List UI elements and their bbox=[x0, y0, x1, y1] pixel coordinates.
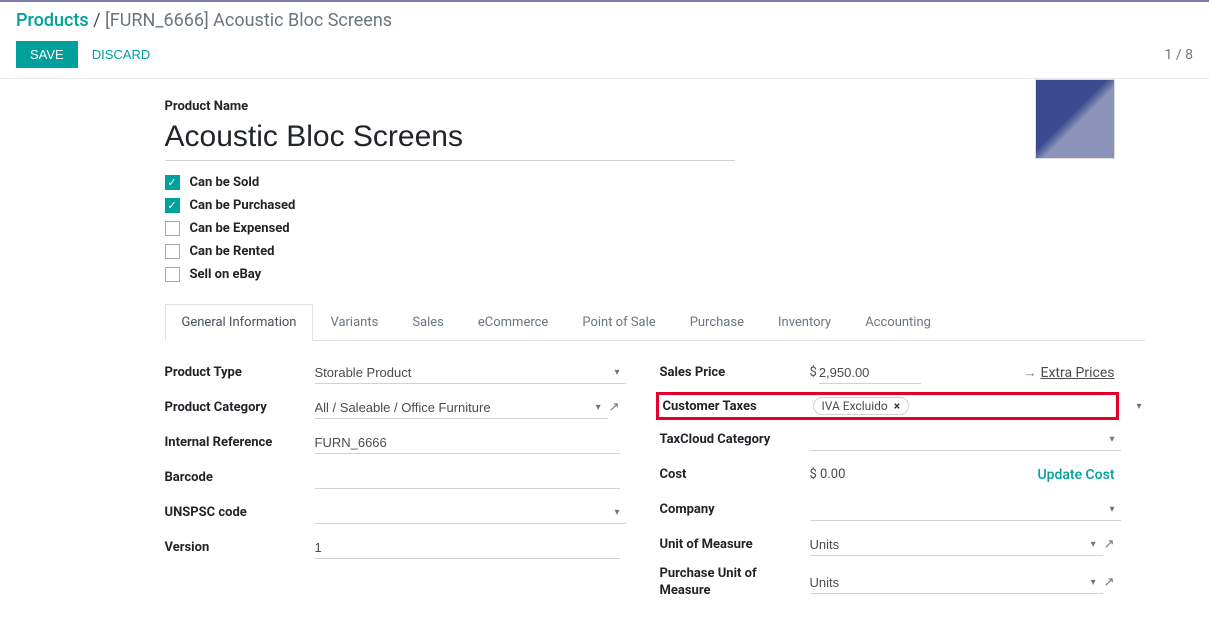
breadcrumb-separator: / bbox=[93, 10, 105, 31]
checkbox-label-ebay[interactable]: Sell on eBay bbox=[190, 267, 262, 282]
checkbox-list: ✓ Can be Sold ✓ Can be Purchased Can be … bbox=[165, 175, 1145, 282]
tab-general-information[interactable]: General Information bbox=[165, 304, 314, 341]
checkbox-sell-on-ebay[interactable] bbox=[165, 267, 180, 282]
label-version: Version bbox=[165, 540, 315, 555]
left-column: Product Type ▾ Product Category ▾ ↗ Inte… bbox=[165, 359, 620, 608]
right-column: Sales Price $ → Extra Prices Customer Ta… bbox=[660, 359, 1115, 608]
label-barcode: Barcode bbox=[165, 470, 315, 485]
input-version[interactable] bbox=[315, 537, 620, 559]
label-unspsc: UNSPSC code bbox=[165, 505, 315, 520]
tag-remove-icon[interactable]: × bbox=[894, 399, 900, 413]
checkbox-can-be-purchased[interactable]: ✓ bbox=[165, 198, 180, 213]
label-taxcloud-category: TaxCloud Category bbox=[660, 432, 810, 447]
product-image[interactable] bbox=[1035, 79, 1115, 159]
tab-sales[interactable]: Sales bbox=[395, 304, 461, 340]
external-link-icon[interactable]: ↗ bbox=[1104, 575, 1115, 590]
input-taxcloud-category[interactable] bbox=[810, 429, 1122, 451]
tab-ecommerce[interactable]: eCommerce bbox=[461, 304, 565, 340]
arrow-right-icon: → bbox=[1024, 365, 1037, 381]
tag-customer-tax[interactable]: IVA Excluido × bbox=[813, 397, 910, 415]
input-purchase-uom[interactable] bbox=[810, 572, 1103, 594]
checkbox-label-purchased[interactable]: Can be Purchased bbox=[190, 198, 296, 213]
form-sheet: Product Name ✓ Can be Sold ✓ Can be Purc… bbox=[65, 79, 1145, 628]
input-company[interactable] bbox=[810, 499, 1122, 521]
input-internal-reference[interactable] bbox=[315, 432, 620, 454]
input-product-type[interactable] bbox=[315, 362, 627, 384]
tab-point-of-sale[interactable]: Point of Sale bbox=[565, 304, 672, 340]
input-product-category[interactable] bbox=[315, 397, 608, 419]
product-name-input[interactable] bbox=[165, 118, 735, 161]
tab-bar: General Information Variants Sales eComm… bbox=[165, 304, 1145, 341]
toolbar: SAVE DISCARD 1 / 8 bbox=[0, 35, 1209, 79]
input-barcode[interactable] bbox=[315, 467, 620, 489]
checkbox-can-be-sold[interactable]: ✓ bbox=[165, 175, 180, 190]
input-unspsc[interactable] bbox=[315, 502, 627, 524]
checkbox-label-sold[interactable]: Can be Sold bbox=[190, 175, 260, 190]
checkbox-can-be-expensed[interactable] bbox=[165, 221, 180, 236]
external-link-icon[interactable]: ↗ bbox=[1104, 537, 1115, 552]
label-company: Company bbox=[660, 502, 810, 517]
tab-variants[interactable]: Variants bbox=[313, 304, 395, 340]
discard-button[interactable]: DISCARD bbox=[78, 41, 165, 68]
caret-icon: ▾ bbox=[1136, 401, 1141, 412]
label-customer-taxes: Customer Taxes bbox=[663, 399, 813, 414]
breadcrumb: Products / [FURN_6666] Acoustic Bloc Scr… bbox=[0, 2, 1209, 35]
input-uom[interactable] bbox=[810, 534, 1103, 556]
tab-accounting[interactable]: Accounting bbox=[848, 304, 948, 340]
checkbox-label-rented[interactable]: Can be Rented bbox=[190, 244, 275, 259]
checkbox-can-be-rented[interactable] bbox=[165, 244, 180, 259]
label-product-category: Product Category bbox=[165, 400, 315, 415]
external-link-icon[interactable]: ↗ bbox=[609, 400, 620, 415]
tab-inventory[interactable]: Inventory bbox=[761, 304, 848, 340]
label-uom: Unit of Measure bbox=[660, 537, 810, 552]
checkbox-label-expensed[interactable]: Can be Expensed bbox=[190, 221, 290, 236]
label-internal-reference: Internal Reference bbox=[165, 435, 315, 450]
input-sales-price[interactable] bbox=[819, 362, 921, 384]
record-pager[interactable]: 1 / 8 bbox=[1165, 47, 1193, 63]
label-product-type: Product Type bbox=[165, 365, 315, 380]
label-sales-price: Sales Price bbox=[660, 365, 810, 380]
sales-price-currency: $ bbox=[810, 365, 817, 380]
cost-value: $ 0.00 bbox=[810, 467, 846, 482]
link-update-cost[interactable]: Update Cost bbox=[1037, 467, 1114, 483]
label-purchase-uom: Purchase Unit of Measure bbox=[660, 566, 810, 600]
breadcrumb-current: [FURN_6666] Acoustic Bloc Screens bbox=[105, 10, 392, 31]
link-extra-prices[interactable]: Extra Prices bbox=[1041, 365, 1115, 381]
save-button[interactable]: SAVE bbox=[16, 41, 78, 68]
tab-content-general: Product Type ▾ Product Category ▾ ↗ Inte… bbox=[165, 359, 1145, 608]
label-cost: Cost bbox=[660, 467, 810, 482]
product-name-label: Product Name bbox=[165, 99, 1145, 114]
tab-purchase[interactable]: Purchase bbox=[673, 304, 761, 340]
tag-customer-tax-label: IVA Excluido bbox=[822, 399, 888, 413]
breadcrumb-root-link[interactable]: Products bbox=[16, 10, 89, 31]
